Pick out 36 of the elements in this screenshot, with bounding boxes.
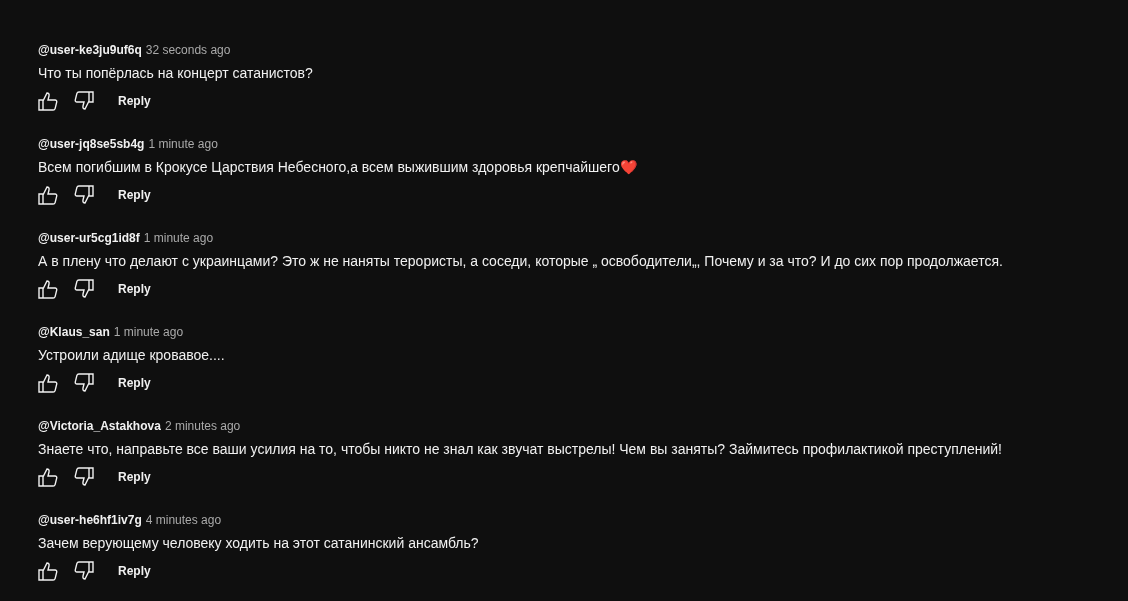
comment-author[interactable]: @Klaus_san [38, 323, 110, 341]
comment-author[interactable]: @user-ur5cg1id8f [38, 229, 140, 247]
comment-author[interactable]: @user-he6hf1iv7g [38, 511, 142, 529]
reply-button[interactable]: Reply [118, 276, 151, 302]
thumbs-up-icon [38, 91, 58, 111]
thumbs-down-icon [74, 91, 94, 111]
comment-time[interactable]: 1 minute ago [148, 135, 218, 153]
comment-text: Всем погибшим в Крокусе Царствия Небесного,а всем выжившим здоровья крепчайшего❤ [38, 158, 637, 177]
thumbs-down-icon [74, 185, 94, 205]
comment-time[interactable]: 1 minute ago [143, 229, 214, 247]
comment-text: Знаете что, направьте все ваши усилия на то, чтобы никто не знал как звучат выстрелы! Чем вы заняты? Займитесь профилактикой преступлений! [38, 440, 1002, 459]
thumbs-down-icon [74, 373, 94, 393]
thumbs-up-icon [38, 467, 58, 487]
comment-author[interactable]: @user-ke3ju9uf6q [38, 41, 142, 59]
thumbs-up-icon [38, 561, 58, 581]
comment-text: Зачем верующему человеку ходить на этот сатанинский ансамбль? [38, 534, 479, 553]
reply-button[interactable]: Reply [118, 558, 151, 584]
comment-time[interactable]: 4 minutes ago [145, 511, 222, 529]
comment-text: Устроили адище кровавое.... [38, 346, 225, 365]
reply-button[interactable]: Reply [118, 464, 151, 490]
thumbs-down-icon [74, 279, 94, 299]
comment-text: А в плену что делают с украинцами? Это ж не наняты терористы, а соседи, которые „ освободители„, Почему и за что? И до сих пор продолжается. [38, 252, 1003, 271]
thumbs-up-icon [38, 373, 58, 393]
reply-button[interactable]: Reply [118, 88, 151, 114]
comment-time[interactable]: 32 seconds ago [145, 41, 231, 59]
comment-author[interactable]: @user-jq8se5sb4g [38, 135, 145, 153]
comment-author[interactable]: @Victoria_Astakhova [38, 417, 161, 435]
comment-time[interactable]: 1 minute ago [113, 323, 184, 341]
thumbs-up-icon [38, 279, 58, 299]
comment-text: Что ты попёрлась на концерт сатанистов? [38, 64, 313, 83]
thumbs-up-icon [38, 185, 58, 205]
thumbs-down-icon [74, 467, 94, 487]
reply-button[interactable]: Reply [118, 182, 151, 208]
thumbs-down-icon [74, 561, 94, 581]
comment-time[interactable]: 2 minutes ago [164, 417, 241, 435]
reply-button[interactable]: Reply [118, 370, 151, 396]
